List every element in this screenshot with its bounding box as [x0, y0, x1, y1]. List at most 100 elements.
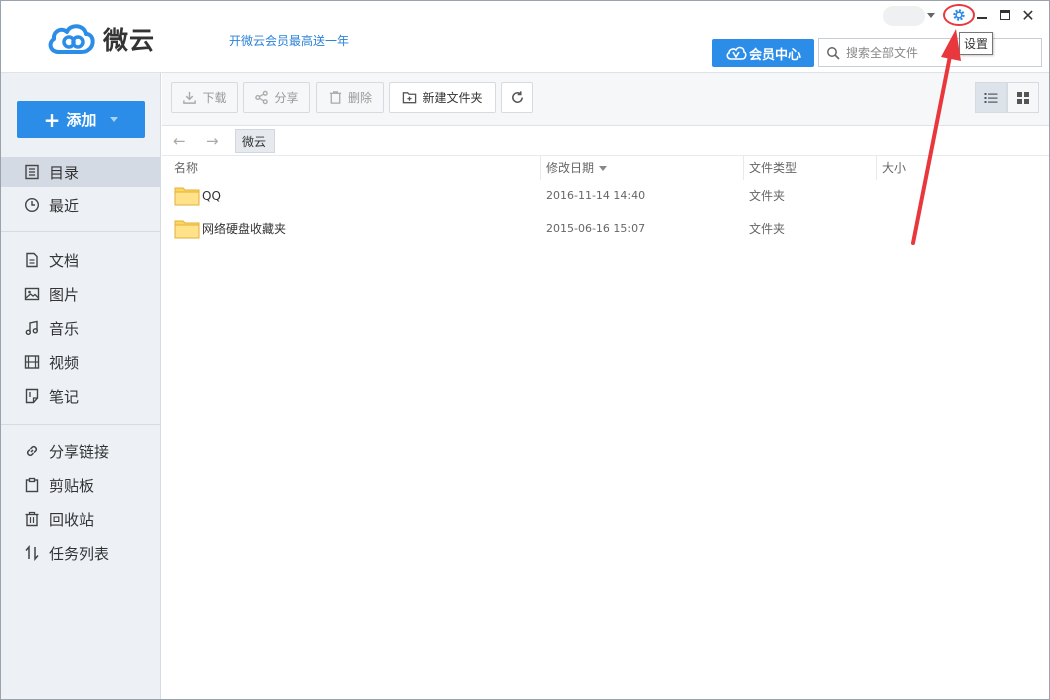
sidebar-divider — [1, 424, 160, 425]
column-header-modified-label: 修改日期 — [546, 161, 595, 175]
settings-tooltip: 设置 — [959, 32, 994, 55]
sidebar-item-directory[interactable]: 目录 — [1, 157, 160, 187]
sidebar-item-recycle-bin[interactable]: 回收站 — [1, 504, 160, 534]
sidebar-divider — [1, 231, 160, 232]
sidebar-item-images[interactable]: 图片 — [1, 279, 160, 309]
share-label: 分享 — [274, 91, 299, 105]
settings-button[interactable] — [943, 4, 975, 26]
cloud-logo-icon — [48, 24, 95, 54]
column-header-modified[interactable]: 修改日期 — [540, 156, 742, 180]
search-input[interactable] — [846, 45, 966, 60]
add-label: 添加 — [66, 111, 97, 129]
sort-desc-icon — [599, 166, 608, 171]
sidebar-item-label: 最近 — [49, 196, 80, 215]
sidebar-item-notes[interactable]: 笔记 — [1, 381, 160, 411]
search-box[interactable] — [818, 38, 1042, 67]
column-header-type-label: 文件类型 — [749, 161, 798, 175]
close-button[interactable]: ✕ — [1019, 5, 1037, 25]
avatar[interactable] — [883, 6, 925, 26]
sidebar-item-label: 文档 — [49, 251, 80, 270]
new-folder-label: 新建文件夹 — [422, 91, 483, 105]
forward-arrow-icon[interactable]: → — [206, 132, 219, 150]
file-modified: 2015-06-16 15:07 — [546, 222, 646, 235]
folder-icon — [174, 220, 200, 239]
app-name: 微云 — [103, 26, 156, 55]
title-bar: 微云 开微云会员最高送一年 ✕ 会员中心 — [1, 1, 1049, 73]
grid-view-icon — [1017, 91, 1029, 104]
sidebar-item-shared-links[interactable]: 分享链接 — [1, 436, 160, 466]
minimize-button[interactable] — [973, 6, 991, 24]
file-name-cell: QQ — [174, 180, 221, 212]
add-button[interactable]: + 添加 — [17, 101, 145, 138]
sidebar: + 添加 目录 最近 文档 图片 音乐 视频 笔记 分享链接 剪贴板 回收站 任… — [1, 73, 161, 699]
note-icon — [23, 387, 41, 405]
sidebar-item-label: 音乐 — [49, 319, 80, 338]
sidebar-item-documents[interactable]: 文档 — [1, 245, 160, 275]
column-header-size-label: 大小 — [882, 161, 907, 175]
breadcrumb: ← → 微云 — [162, 126, 1049, 156]
column-header-name[interactable]: 名称 — [169, 156, 539, 180]
sidebar-item-label: 笔记 — [49, 387, 80, 406]
sidebar-item-music[interactable]: 音乐 — [1, 313, 160, 343]
maximize-button[interactable] — [996, 6, 1014, 24]
file-name-cell: 网络硬盘收藏夹 — [174, 213, 286, 245]
column-header-name-label: 名称 — [174, 161, 199, 175]
sidebar-item-label: 视频 — [49, 353, 80, 372]
breadcrumb-item-root[interactable]: 微云 — [235, 129, 276, 153]
account-menu-caret-icon[interactable] — [927, 13, 935, 18]
sidebar-item-clipboard[interactable]: 剪贴板 — [1, 470, 160, 500]
gear-icon — [953, 9, 965, 21]
search-icon — [827, 46, 840, 60]
sidebar-item-label: 回收站 — [49, 510, 95, 529]
file-type: 文件夹 — [749, 189, 786, 203]
folder-icon — [174, 187, 200, 206]
trash-icon — [329, 91, 342, 104]
vip-promo-link[interactable]: 开微云会员最高送一年 — [229, 32, 349, 49]
minimize-icon — [977, 17, 987, 19]
vip-cloud-icon — [726, 46, 747, 60]
grid-view-button[interactable] — [1007, 82, 1039, 113]
table-row[interactable]: 网络硬盘收藏夹 2015-06-16 15:07 文件夹 — [162, 213, 1049, 245]
refresh-icon — [511, 91, 523, 103]
new-folder-button[interactable]: 新建文件夹 — [389, 82, 496, 113]
column-header-size[interactable]: 大小 — [876, 156, 1006, 180]
list-view-button[interactable] — [975, 82, 1007, 113]
clock-icon — [23, 196, 41, 214]
breadcrumb-label: 微云 — [242, 134, 267, 149]
sidebar-item-label: 图片 — [49, 285, 80, 304]
sidebar-item-recent[interactable]: 最近 — [1, 190, 160, 220]
document-icon — [23, 251, 41, 269]
delete-label: 删除 — [347, 91, 372, 105]
list-icon — [23, 163, 41, 181]
transfer-icon — [23, 544, 41, 562]
file-name: QQ — [202, 189, 221, 203]
column-header-type[interactable]: 文件类型 — [743, 156, 875, 180]
link-icon — [23, 442, 41, 460]
sidebar-item-label: 剪贴板 — [49, 476, 95, 495]
sidebar-item-label: 任务列表 — [49, 544, 110, 563]
download-label: 下载 — [202, 91, 227, 105]
list-view-icon — [984, 92, 998, 103]
clipboard-icon — [23, 476, 41, 494]
sidebar-item-label: 分享链接 — [49, 442, 110, 461]
download-button[interactable]: 下载 — [171, 82, 238, 113]
sidebar-item-label: 目录 — [49, 163, 80, 182]
vip-center-button[interactable]: 会员中心 — [712, 39, 814, 67]
file-modified: 2016-11-14 14:40 — [546, 189, 646, 202]
share-button[interactable]: 分享 — [243, 82, 310, 113]
delete-button[interactable]: 删除 — [316, 82, 384, 113]
close-icon: ✕ — [1021, 5, 1035, 25]
file-name: 网络硬盘收藏夹 — [202, 222, 287, 236]
sidebar-item-task-list[interactable]: 任务列表 — [1, 538, 160, 568]
toolbar: 下载 分享 删除 新建文件夹 — [162, 73, 1049, 126]
maximize-icon — [1000, 10, 1010, 20]
plus-icon: + — [43, 107, 61, 132]
table-row[interactable]: QQ 2016-11-14 14:40 文件夹 — [162, 180, 1049, 212]
music-icon — [23, 319, 41, 337]
back-arrow-icon[interactable]: ← — [173, 132, 186, 150]
refresh-button[interactable] — [501, 82, 533, 113]
file-type: 文件夹 — [749, 222, 786, 236]
file-table-header: 名称 修改日期 文件类型 大小 — [162, 156, 1049, 180]
chevron-down-icon — [110, 117, 119, 122]
sidebar-item-videos[interactable]: 视频 — [1, 347, 160, 377]
